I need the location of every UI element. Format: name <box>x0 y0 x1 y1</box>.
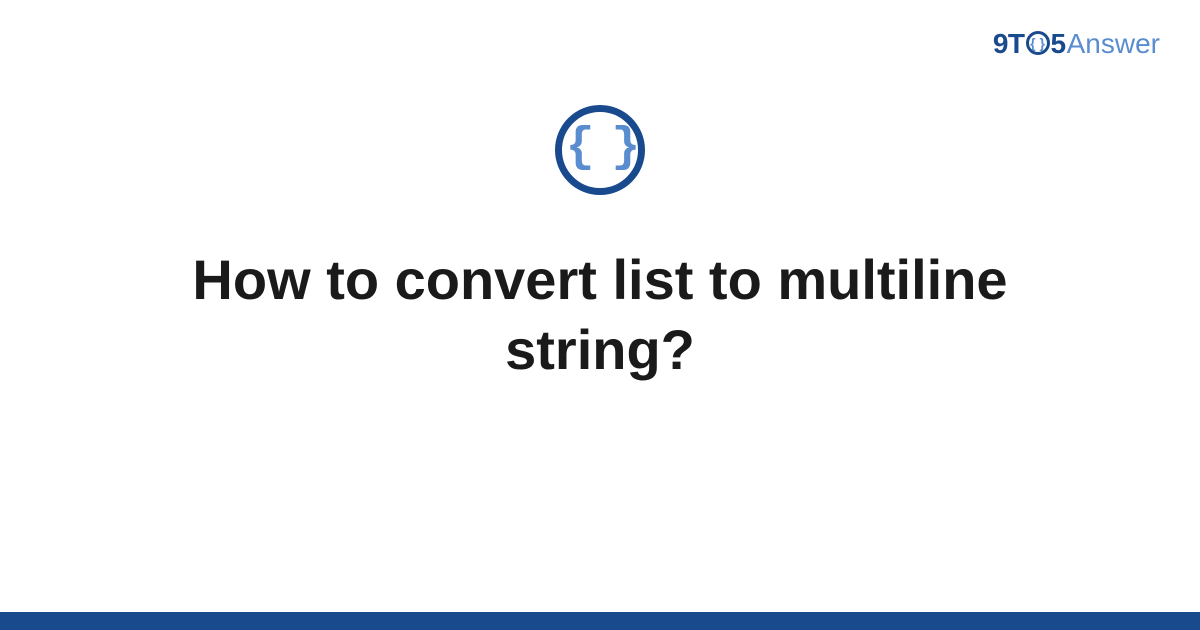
site-logo[interactable]: 9T { } 5 Answer <box>993 28 1160 60</box>
logo-text-5: 5 <box>1051 28 1066 60</box>
logo-text-answer: Answer <box>1067 28 1160 60</box>
category-badge: { } <box>555 105 645 195</box>
logo-text-9t: 9T <box>993 28 1025 60</box>
code-braces-icon: { } <box>566 121 634 175</box>
main-content: { } How to convert list to multiline str… <box>0 105 1200 385</box>
footer-accent-bar <box>0 612 1200 630</box>
question-title: How to convert list to multiline string? <box>100 245 1100 385</box>
logo-circle-icon: { } <box>1026 31 1050 55</box>
